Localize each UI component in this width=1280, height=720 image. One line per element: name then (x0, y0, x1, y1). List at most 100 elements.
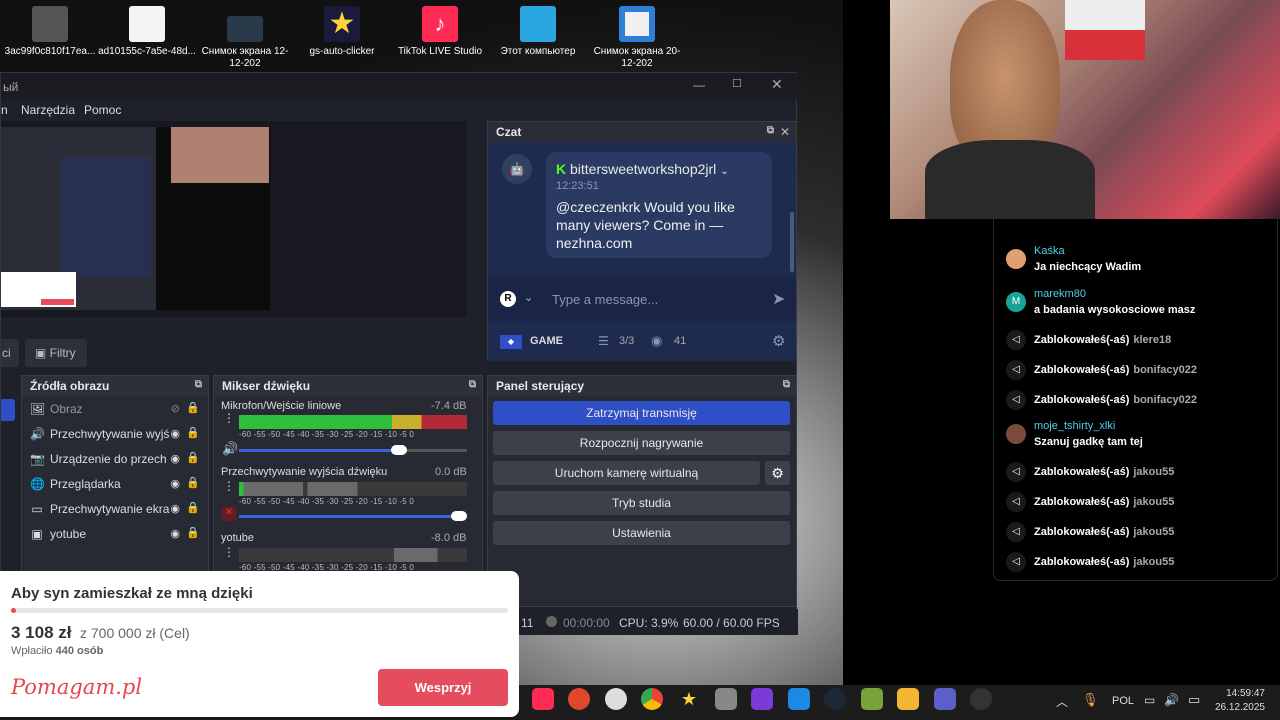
chrome-icon[interactable] (641, 688, 663, 710)
desktop-icon[interactable]: ♪ TikTok LIVE Studio (390, 0, 490, 58)
close-icon[interactable]: ✕ (771, 76, 783, 93)
eye-icon[interactable]: ◉ (170, 502, 180, 515)
maximize-icon[interactable]: ☐ (732, 77, 742, 90)
scene-selected[interactable] (1, 399, 15, 421)
app-icon[interactable] (751, 688, 773, 710)
volume-slider[interactable] (239, 449, 467, 452)
app-icon[interactable] (605, 688, 627, 710)
desktop-icon[interactable]: Снимок экрана 20-12-202 (587, 0, 687, 70)
chevron-down-icon[interactable]: ⌄ (524, 291, 533, 304)
undock-icon[interactable]: ⧉ (767, 125, 774, 136)
stop-streaming-button[interactable]: Zatrzymaj transmisję (493, 401, 790, 425)
source-item[interactable]: 🖼 Obraz ⊘ 🔒 (22, 396, 208, 421)
virtual-camera-button[interactable]: Uruchom kamerę wirtualną (493, 461, 760, 485)
more-options-icon[interactable]: ⋮ (223, 412, 235, 424)
minimize-icon[interactable]: — (693, 78, 705, 92)
teams-icon[interactable] (934, 688, 956, 710)
blocked-username[interactable]: jakou55 (1133, 526, 1174, 538)
more-options-icon[interactable]: ⋮ (223, 546, 235, 558)
app-icon[interactable] (861, 688, 883, 710)
microphone-icon[interactable]: 🎙 (1082, 692, 1099, 708)
avatar[interactable]: M (1006, 292, 1026, 312)
globe-icon: 🌐 (30, 476, 45, 491)
lock-icon[interactable]: 🔒 (186, 451, 200, 464)
eye-icon[interactable]: ◉ (170, 477, 180, 490)
avatar[interactable] (1006, 424, 1026, 444)
desktop-icon[interactable]: ad10155c-7a5e-48d... (97, 0, 197, 58)
source-item[interactable]: 🌐 Przeglądarka ◉ 🔒 (22, 471, 208, 496)
obs-icon[interactable] (970, 688, 992, 710)
blocked-username[interactable]: jakou55 (1133, 466, 1174, 478)
volume-icon[interactable]: 🔊 (1164, 693, 1179, 707)
chat-input[interactable]: Type a message... (552, 292, 658, 307)
restream-icon[interactable]: R (500, 291, 516, 307)
blocked-username[interactable]: klere18 (1133, 334, 1171, 346)
lock-icon[interactable]: 🔒 (186, 426, 200, 439)
app-icon[interactable] (568, 688, 590, 710)
scrollbar[interactable] (790, 212, 794, 272)
desktop-icon[interactable]: ★ gs-auto-clicker (292, 0, 392, 58)
filters-button[interactable]: ▣ Filtry (25, 339, 87, 367)
steam-icon[interactable] (824, 688, 846, 710)
volume-slider-handle[interactable] (451, 511, 467, 521)
chat-username[interactable]: moje_tshirty_xlki (1034, 420, 1143, 432)
scene-tab[interactable]: ci (1, 339, 19, 367)
desktop-icon[interactable]: Снимок экрана 12-12-202 (195, 10, 295, 70)
menu-item-tools[interactable]: Narzędzia (21, 103, 75, 117)
avatar[interactable] (1006, 249, 1026, 269)
studio-mode-button[interactable]: Tryb studia (493, 491, 790, 515)
chat-username[interactable]: K bittersweetworkshop2jrl ⌄ (556, 161, 729, 177)
donate-button[interactable]: Wesprzyj (378, 669, 508, 706)
blocked-username[interactable]: jakou55 (1133, 496, 1174, 508)
photos-icon[interactable] (788, 688, 810, 710)
source-item[interactable]: ▭ Przechwytywanie ekra ◉ 🔒 (22, 496, 208, 521)
clock-date[interactable]: 26.12.2025 (1211, 702, 1265, 713)
source-item[interactable]: 📷 Urządzenie do przech ◉ 🔒 (22, 446, 208, 471)
volume-slider-handle[interactable] (391, 445, 407, 455)
chevron-up-icon[interactable]: ︿ (1056, 693, 1068, 710)
speaker-icon[interactable]: 🔊 (222, 441, 238, 457)
lock-icon[interactable]: 🔒 (186, 501, 200, 514)
gear-icon[interactable]: ⚙ (772, 332, 785, 350)
start-recording-button[interactable]: Rozpocznij nagrywanie (493, 431, 790, 455)
eye-icon[interactable]: ◉ (170, 427, 180, 440)
menu-item[interactable]: n (1, 103, 8, 117)
star-icon[interactable]: ★ (678, 688, 700, 710)
volume-slider[interactable] (239, 515, 467, 518)
muted-speaker-icon[interactable]: ✕ (222, 507, 236, 521)
speaker-icon: 🔊 (30, 426, 45, 441)
desktop-icon[interactable]: 3ac99f0c810f17ea... (0, 0, 100, 58)
blocked-username[interactable]: bonifacy022 (1133, 364, 1197, 376)
chat-username[interactable]: marekm80 (1034, 288, 1195, 300)
slots-count: 3/3 (619, 335, 635, 347)
source-item[interactable]: 🔊 Przechwytywanie wyjś ◉ 🔒 (22, 421, 208, 446)
undock-icon[interactable]: ⧉ (783, 379, 790, 390)
blocked-username[interactable]: bonifacy022 (1133, 394, 1197, 406)
source-item[interactable]: ▣ yotube ◉ 🔒 (22, 521, 208, 546)
lock-icon[interactable]: 🔒 (186, 476, 200, 489)
language-indicator[interactable]: POL (1112, 695, 1134, 707)
app-icon[interactable] (715, 688, 737, 710)
menu-item-help[interactable]: Pomoc (84, 103, 121, 117)
settings-button[interactable]: Ustawienia (493, 521, 790, 545)
eye-hidden-icon[interactable]: ⊘ (171, 402, 180, 415)
eye-icon[interactable]: ◉ (170, 452, 180, 465)
close-icon[interactable]: ✕ (780, 125, 790, 139)
send-icon[interactable]: ➤ (772, 289, 785, 309)
desktop-icon[interactable]: Этот компьютер (488, 0, 588, 58)
clock-time[interactable]: 14:59:47 (1215, 688, 1265, 699)
player-icon[interactable] (897, 688, 919, 710)
network-icon[interactable]: ▭ (1144, 693, 1155, 707)
undock-icon[interactable]: ⧉ (469, 379, 476, 390)
preview-area[interactable] (1, 121, 467, 317)
undock-icon[interactable]: ⧉ (195, 379, 202, 390)
chat-username[interactable]: Kaśka (1034, 245, 1141, 257)
blocked-username[interactable]: jakou55 (1133, 556, 1174, 568)
battery-icon[interactable]: ▭ (1188, 692, 1200, 708)
more-options-icon[interactable]: ⋮ (223, 480, 235, 492)
tiktok-icon[interactable] (532, 688, 554, 710)
lock-icon[interactable]: 🔒 (186, 526, 200, 539)
lock-icon[interactable]: 🔒 (186, 401, 200, 414)
gear-icon[interactable]: ⚙ (765, 461, 790, 485)
eye-icon[interactable]: ◉ (170, 527, 180, 540)
